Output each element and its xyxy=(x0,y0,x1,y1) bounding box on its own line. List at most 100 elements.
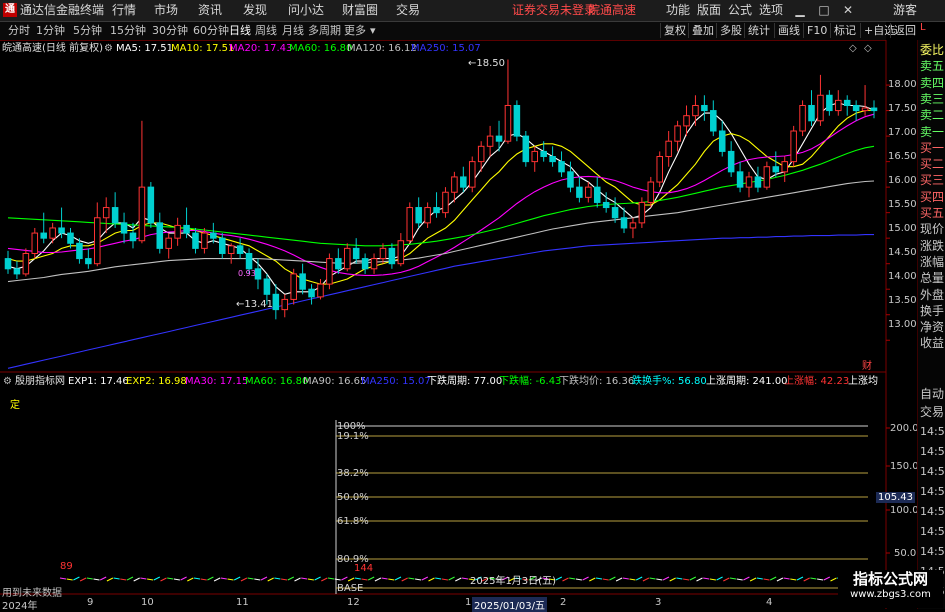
candle xyxy=(415,207,422,224)
ind-ma250: MA250: 15.07 xyxy=(361,376,431,387)
candle xyxy=(406,207,414,242)
ind-band-seg xyxy=(555,576,563,581)
ind-band-seg xyxy=(247,577,254,580)
candle xyxy=(263,278,271,295)
price-label: 13.00 xyxy=(888,319,917,330)
candlestick-chart[interactable] xyxy=(0,0,917,609)
ind-down-avg: 下跌均价: 16.36 xyxy=(559,376,635,387)
low-price-marker: ←13.41 xyxy=(236,299,274,310)
candle xyxy=(183,224,190,234)
quote-panel: L 委比 卖五 卖四 卖三 卖二 卖一 买一 买二 买三 买四 买五 现价 涨跌 涨幅 总量 外盘 换手 净资 收益… xyxy=(917,22,945,609)
ind-band-seg xyxy=(743,576,750,581)
ind-band-seg xyxy=(66,578,73,581)
ind-band-seg xyxy=(736,578,743,581)
ind-axis-label: 100.0 xyxy=(890,505,919,516)
panel-row: 委比 xyxy=(920,43,945,57)
legend-settings-icon[interactable]: ⚙ xyxy=(104,43,113,55)
watermark-title: 指标公式网 xyxy=(852,570,928,588)
ind-band-seg xyxy=(401,577,408,582)
indicator-side-text: 定 xyxy=(10,400,20,411)
ind-band-seg xyxy=(140,577,147,580)
candle xyxy=(40,232,47,239)
panel-auto[interactable]: 自动 xyxy=(920,386,944,402)
ind-band-seg xyxy=(133,577,140,582)
candle xyxy=(156,222,164,249)
candle xyxy=(799,104,806,132)
ind-band-seg xyxy=(716,576,723,581)
candle xyxy=(772,166,780,173)
price-label: 14.00 xyxy=(888,271,917,282)
ind-band-seg xyxy=(575,578,582,581)
candle xyxy=(763,166,771,188)
candle xyxy=(254,268,262,280)
candle xyxy=(424,207,431,224)
ind-band-seg xyxy=(73,576,80,581)
price-label: 13.50 xyxy=(888,295,917,306)
candle xyxy=(308,288,315,298)
watermark: 指标公式网 www.zbgs3.com xyxy=(838,570,943,608)
candle xyxy=(272,293,280,311)
price-label: 17.00 xyxy=(888,127,917,138)
candle xyxy=(745,176,753,188)
diamond-icon[interactable]: ◇ xyxy=(849,43,857,55)
collapse-icon[interactable]: ◇ xyxy=(864,43,872,55)
candle xyxy=(174,224,181,239)
candle xyxy=(111,207,119,224)
candle xyxy=(727,150,735,173)
ind-mark-mid: 144 xyxy=(354,563,374,574)
indicator-settings-icon[interactable]: ⚙ xyxy=(3,376,12,388)
fib-label: 19.1% xyxy=(337,431,369,442)
candle xyxy=(656,156,663,183)
candle xyxy=(4,258,12,270)
high-price-marker: ←18.50 xyxy=(468,58,506,69)
ind-band-seg xyxy=(669,577,676,582)
legend-ma250: MA250: 15.07 xyxy=(411,43,481,54)
candle xyxy=(102,207,110,219)
candle xyxy=(236,245,244,254)
candle xyxy=(790,130,797,163)
ind-band-seg xyxy=(435,577,442,580)
finance-tag[interactable]: 财 xyxy=(862,357,872,372)
candle xyxy=(120,222,128,234)
ind-band-seg xyxy=(220,577,227,580)
fib-label: 38.2% xyxy=(337,468,369,479)
candle xyxy=(245,252,253,270)
candle xyxy=(638,201,646,224)
candle xyxy=(138,186,146,242)
ind-up-period: 上涨周期: 241.00 xyxy=(706,376,788,387)
candle xyxy=(49,227,56,239)
ind-up-avg: 上涨均 xyxy=(848,376,878,387)
candle xyxy=(736,171,744,188)
ind-band-seg xyxy=(267,577,274,582)
candle xyxy=(129,232,137,242)
watermark-url: www.zbgs3.com xyxy=(850,589,931,600)
panel-time: 14:56 xyxy=(920,545,945,558)
panel-row: 净资 xyxy=(920,320,945,335)
candle xyxy=(585,186,592,198)
candle xyxy=(370,258,378,270)
ind-band-seg xyxy=(294,577,301,582)
candle xyxy=(495,135,503,142)
candle xyxy=(227,245,235,254)
candle xyxy=(835,99,842,112)
legend-ma10: MA10: 17.51 xyxy=(171,43,235,54)
candle xyxy=(67,232,74,244)
ind-down-period: 下跌周期: 77.00 xyxy=(427,376,503,387)
panel-row: 现价 xyxy=(920,222,945,237)
panel-trade[interactable]: 交易 xyxy=(920,404,944,420)
candle xyxy=(94,217,101,265)
cursor-date-label: 2025/01/03/五 xyxy=(472,597,548,612)
candle xyxy=(754,176,762,188)
panel-row: 买一 xyxy=(920,140,945,155)
candle xyxy=(576,186,583,198)
ind-band-seg xyxy=(113,577,120,580)
candle xyxy=(611,207,619,219)
candle xyxy=(433,207,440,214)
ind-band-seg xyxy=(696,577,703,582)
candle xyxy=(13,268,21,275)
candle xyxy=(629,222,637,229)
ind-current-value: 105.43 xyxy=(876,492,915,503)
ind-band-seg xyxy=(167,577,174,580)
price-label: 16.50 xyxy=(888,151,917,162)
ind-mark-left: 89 xyxy=(60,561,73,572)
